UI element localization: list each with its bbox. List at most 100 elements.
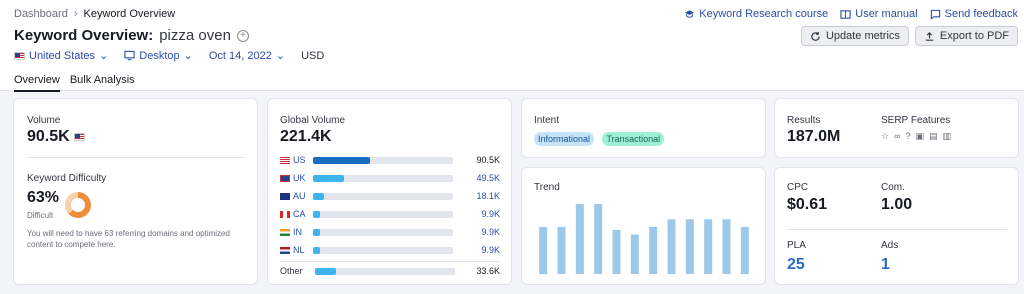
breadcrumb-dashboard[interactable]: Dashboard [14,8,68,20]
trend-bar [704,219,713,274]
link-label: Keyword Research course [699,8,829,20]
country-code: CA [293,209,306,219]
ca-flag-icon [280,210,290,218]
divider [787,229,1007,230]
intent-card: Intent Informational Transactional [521,98,766,158]
difficulty-value: 63% [27,189,60,206]
trend-bar [575,204,584,274]
image-pack-icon: ▤ [929,131,938,141]
star-icon: ☆ [881,131,890,141]
image-icon: ▣ [915,131,925,141]
uk-flag-icon [280,174,290,182]
refresh-icon [811,31,820,41]
country-row-uk[interactable]: UK 49.5K [280,169,500,187]
pla-value[interactable]: 25 [787,256,805,274]
global-volume-card: Global Volume 221.4K US 90.5K UK 49.5K A… [267,98,512,285]
graduation-cap-icon [685,9,695,18]
country-value: 9.9K [481,209,500,219]
country-row-other: Other 33.6K [280,262,500,280]
trend-bar [685,219,694,274]
link-send-feedback[interactable]: Send feedback [930,8,1018,20]
nl-flag-icon [280,246,290,254]
top-links: Keyword Research course User manual Send… [684,8,1018,20]
country-value: 9.9K [481,227,500,237]
in-flag-icon [280,228,290,236]
device-select[interactable]: Desktop ⌄ [124,49,193,62]
chevron-down-icon: ⌄ [99,50,109,62]
tabs: Overview Bulk Analysis [14,74,135,92]
pla-label: PLA [787,240,806,251]
date-select[interactable]: Oct 14, 2022 ⌄ [209,49,286,63]
country-value: 90.5K [476,155,500,165]
chevron-right-icon: › [73,8,78,20]
ads-label: Ads [881,240,899,251]
country-code: IN [293,227,302,237]
export-pdf-button[interactable]: Export to PDF [914,26,1018,46]
global-volume-label: Global Volume [280,115,346,126]
country-row-ca[interactable]: CA 9.9K [280,205,500,223]
currency-label: USD [301,49,325,62]
other-label: Other [280,266,303,276]
cpc-label: CPC [787,182,809,193]
ads-value[interactable]: 1 [881,256,890,274]
us-flag-icon [280,156,290,164]
trend-bar [630,234,639,274]
trend-bar [594,204,603,274]
volume-card: Volume 90.5K Keyword Difficulty 63% Diff… [13,98,258,285]
volume-bar-fill [315,267,336,275]
country-row-nl[interactable]: NL 9.9K [280,241,500,259]
country-row-au[interactable]: AU 18.1K [280,187,500,205]
country-label: United States [29,49,96,62]
update-metrics-button[interactable]: Update metrics [800,26,909,46]
tab-bulk-analysis[interactable]: Bulk Analysis [70,74,135,92]
filters: United States ⌄ Desktop ⌄ Oct 14, 2022 ⌄… [14,49,324,62]
other-value: 33.6K [476,266,500,276]
intent-tag-informational: Informational [534,132,595,146]
results-card: Results 187.0M SERP Features ☆ ∞ ? ▣ ▤ ▥ [774,98,1019,158]
button-label: Update metrics [825,30,900,42]
results-value: 187.0M [787,128,841,145]
button-label: Export to PDF [939,30,1009,42]
intent-tags: Informational Transactional [534,129,668,147]
trend-bar [557,226,566,274]
us-flag-icon [73,133,85,141]
trend-label: Trend [534,182,560,193]
country-row-us[interactable]: US 90.5K [280,151,500,169]
volume-value: 90.5K [27,128,70,145]
link-keyword-research-course[interactable]: Keyword Research course [684,8,828,20]
volume-bar-fill [313,192,325,200]
trend-bar [612,229,621,274]
country-select[interactable]: United States ⌄ [14,49,108,62]
country-value: 9.9K [481,245,500,255]
divider [27,157,245,158]
question-icon: ? [905,131,911,141]
trend-bar [740,226,749,274]
chat-icon [930,9,940,20]
country-row-in[interactable]: IN 9.9K [280,223,500,241]
tab-overview[interactable]: Overview [14,74,60,92]
upload-icon [925,31,934,41]
trend-chart [539,204,749,274]
difficulty-label: Keyword Difficulty [27,173,107,184]
add-circle-icon[interactable]: + [236,29,249,42]
trend-card: Trend [521,167,766,285]
top-header: Dashboard › Keyword Overview Keyword Res… [0,0,1024,92]
link-label: User manual [855,8,918,20]
keyword-text: pizza oven [159,27,231,44]
volume-bar-fill [313,210,320,218]
trend-bar [722,219,731,274]
country-code: UK [293,173,306,183]
chevron-down-icon: ⌄ [183,50,193,62]
device-label: Desktop [139,49,180,62]
country-code: NL [293,245,305,255]
volume-bar-fill [313,174,344,182]
volume-bar [313,228,453,236]
us-flag-icon [14,51,25,60]
link-user-manual[interactable]: User manual [840,8,918,20]
book-icon [840,9,851,19]
com-value: 1.00 [881,196,913,213]
serp-label: SERP Features [881,115,951,126]
volume-value-row: 90.5K [27,128,85,146]
com-label: Com. [881,182,905,193]
chevron-down-icon: ⌄ [275,50,286,62]
